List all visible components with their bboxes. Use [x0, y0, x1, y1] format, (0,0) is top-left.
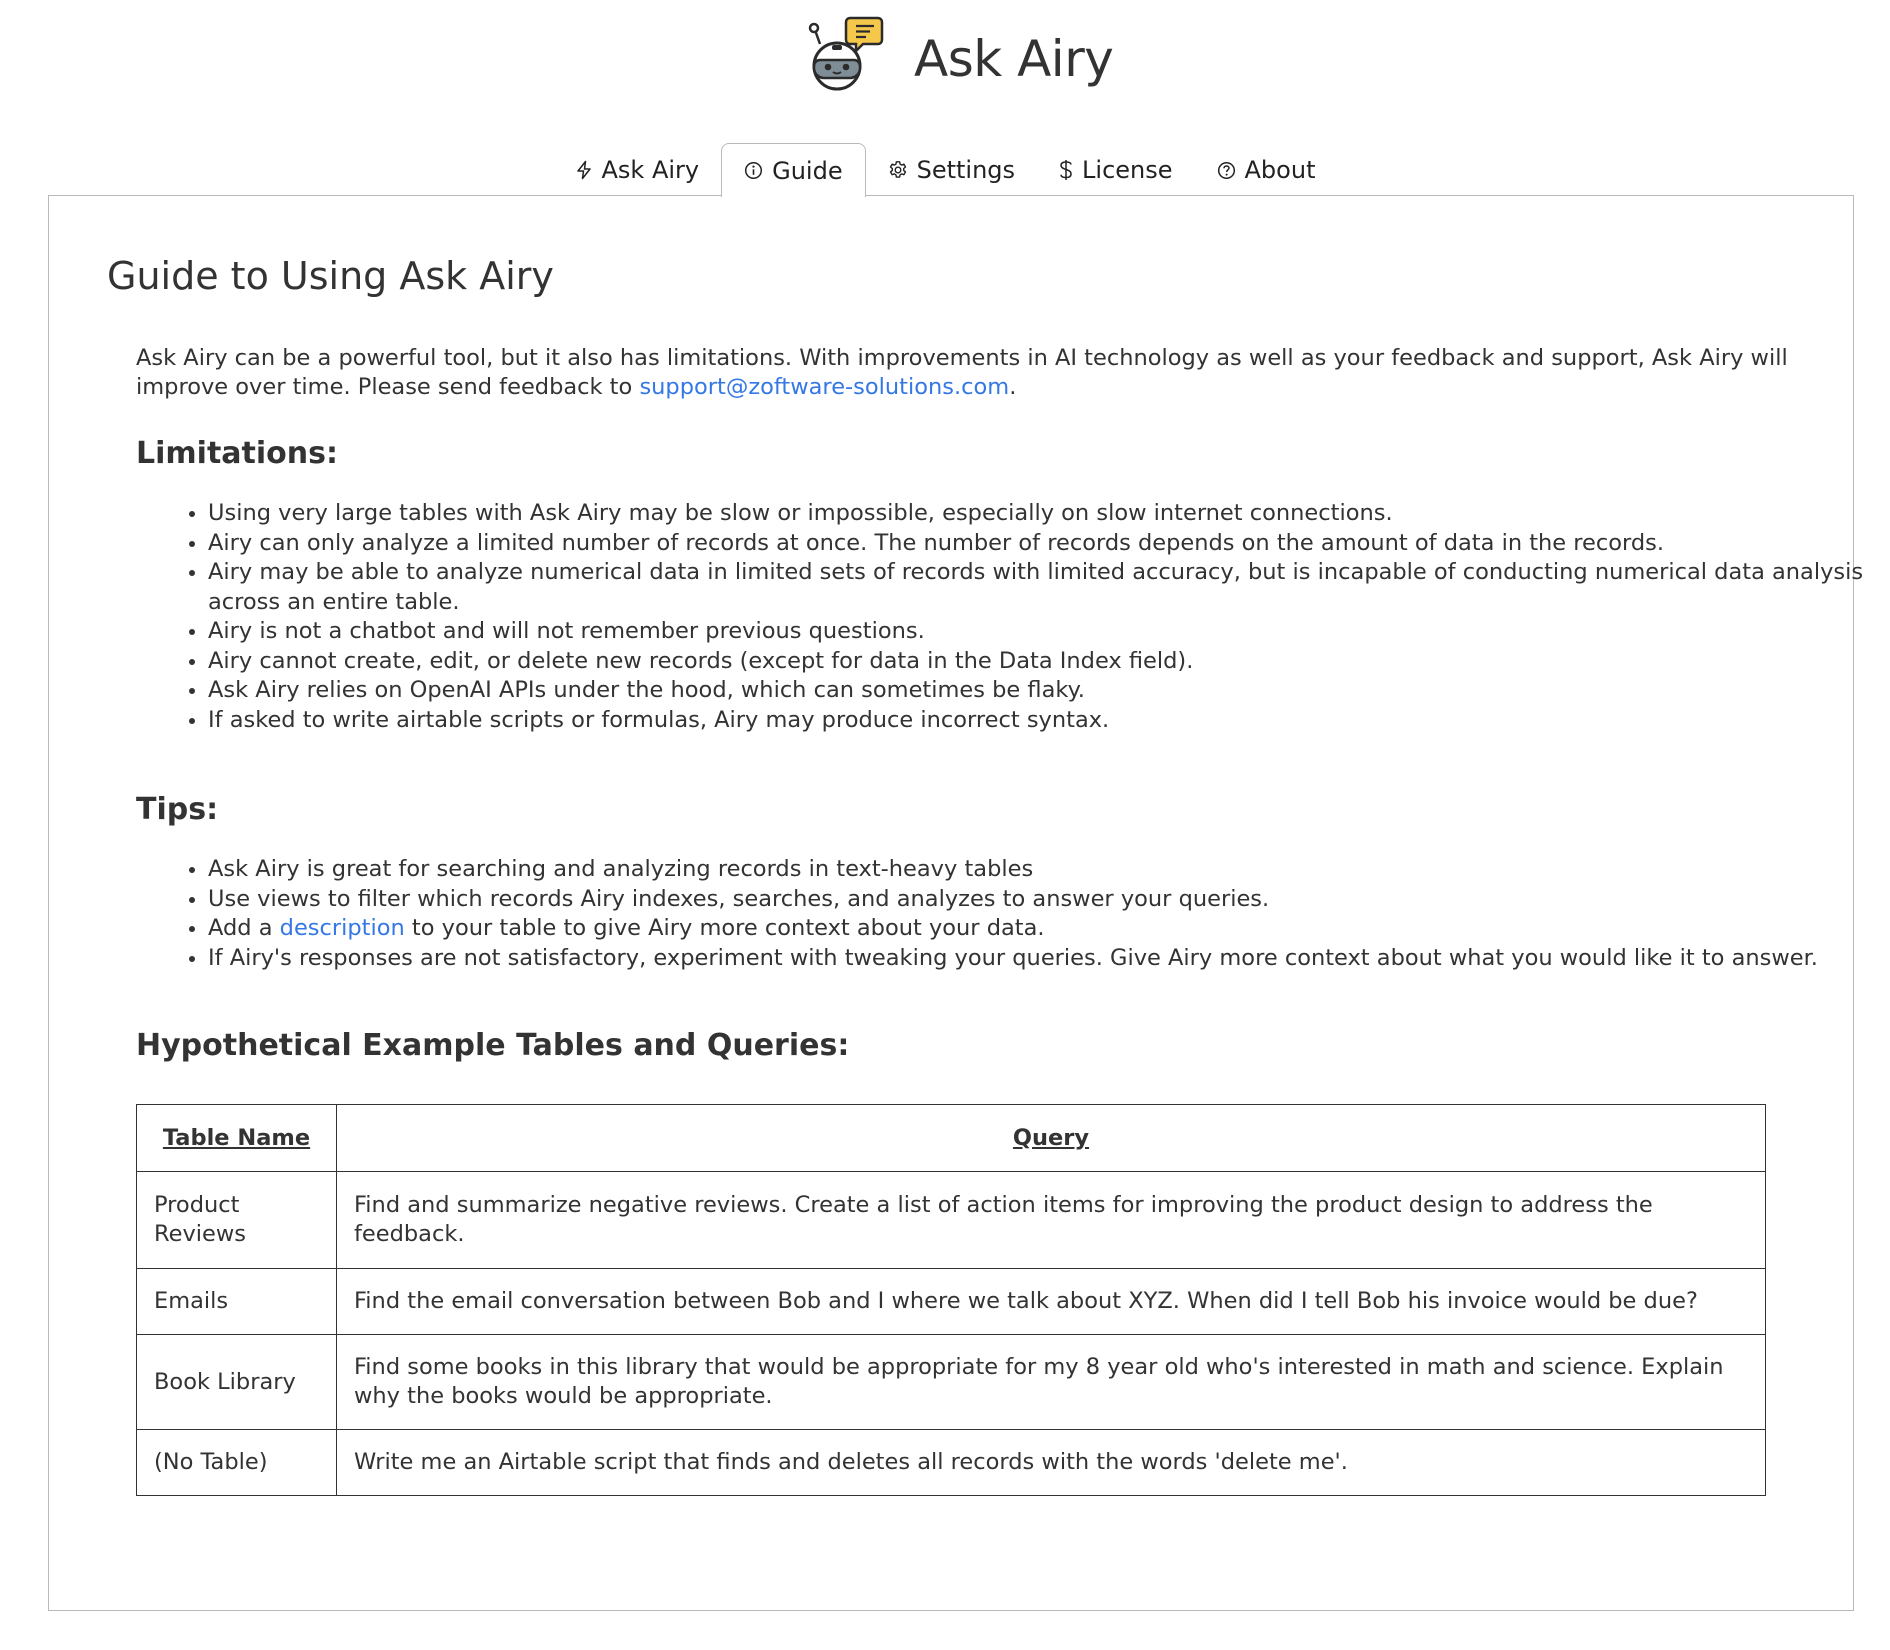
tips-heading: Tips: [136, 792, 219, 827]
list-item: Airy can only analyze a limited number o… [208, 529, 1890, 559]
table-header-row: Table Name Query [136, 1104, 1766, 1172]
list-item: Airy is not a chatbot and will not remem… [208, 617, 1890, 647]
list-item: Add a description to your table to give … [208, 914, 1890, 944]
tab-label: About [1244, 156, 1316, 184]
examples-table: Table Name Query Product Reviews Find an… [136, 1104, 1766, 1496]
table-row: Book Library Find some books in this lib… [136, 1334, 1766, 1430]
dollar-icon [1060, 160, 1072, 180]
tip-text: Add a [208, 915, 280, 941]
table-row: (No Table) Write me an Airtable script t… [136, 1429, 1766, 1496]
tab-bar: Ask Airy Guide Settings License About [0, 143, 1890, 197]
table-cell-name: Book Library [136, 1334, 337, 1430]
tab-ask-airy[interactable]: Ask Airy [553, 144, 722, 196]
tab-license[interactable]: License [1037, 144, 1194, 196]
tab-label: Guide [772, 156, 843, 185]
tab-label: Ask Airy [601, 156, 700, 184]
tips-list: Ask Airy is great for searching and anal… [136, 855, 1890, 973]
table-cell-query: Find and summarize negative reviews. Cre… [336, 1171, 1766, 1269]
question-icon [1217, 161, 1235, 179]
limitations-heading: Limitations: [136, 436, 338, 471]
table-row: Emails Find the email conversation betwe… [136, 1268, 1766, 1335]
info-icon [745, 161, 763, 180]
intro-paragraph: Ask Airy can be a powerful tool, but it … [136, 344, 1816, 402]
table-cell-name: Product Reviews [136, 1171, 337, 1269]
gear-icon [889, 161, 906, 178]
page-title: Guide to Using Ask Airy [107, 254, 554, 298]
table-cell-query: Find some books in this library that wou… [336, 1334, 1766, 1430]
list-item: Use views to filter which records Airy i… [208, 885, 1890, 915]
table-cell-name: Emails [136, 1268, 337, 1335]
list-item: If Airy's responses are not satisfactory… [208, 944, 1890, 974]
robot-chat-icon [808, 16, 884, 91]
table-row: Product Reviews Find and summarize negat… [136, 1171, 1766, 1269]
table-cell-query: Find the email conversation between Bob … [336, 1268, 1766, 1335]
tab-label: Settings [916, 156, 1016, 184]
tab-label: License [1082, 156, 1173, 184]
intro-end: . [1009, 374, 1017, 400]
table-header-name: Table Name [136, 1104, 337, 1172]
tab-guide[interactable]: Guide [721, 143, 866, 197]
app-title: Ask Airy [914, 30, 1114, 88]
lightning-icon [576, 160, 591, 180]
list-item: Airy may be able to analyze numerical da… [208, 558, 1890, 617]
examples-heading: Hypothetical Example Tables and Queries: [136, 1028, 850, 1063]
guide-panel: Guide to Using Ask Airy Ask Airy can be … [48, 195, 1863, 1611]
tip-text: to your table to give Airy more context … [404, 915, 1045, 941]
list-item: Airy cannot create, edit, or delete new … [208, 647, 1890, 677]
support-email-link[interactable]: support@zoftware-solutions.com [639, 374, 1009, 400]
description-link[interactable]: description [280, 915, 405, 941]
list-item: If asked to write airtable scripts or fo… [208, 706, 1890, 736]
table-cell-name: (No Table) [136, 1429, 337, 1496]
limitations-list: Using very large tables with Ask Airy ma… [136, 499, 1890, 735]
tab-settings[interactable]: Settings [866, 144, 1037, 196]
list-item: Ask Airy relies on OpenAI APIs under the… [208, 676, 1890, 706]
table-header-query: Query [336, 1104, 1766, 1172]
tab-about[interactable]: About [1195, 144, 1338, 196]
list-item: Ask Airy is great for searching and anal… [208, 855, 1890, 885]
app-header: Ask Airy [0, 0, 1890, 120]
table-cell-query: Write me an Airtable script that finds a… [336, 1429, 1766, 1496]
list-item: Using very large tables with Ask Airy ma… [208, 499, 1890, 529]
